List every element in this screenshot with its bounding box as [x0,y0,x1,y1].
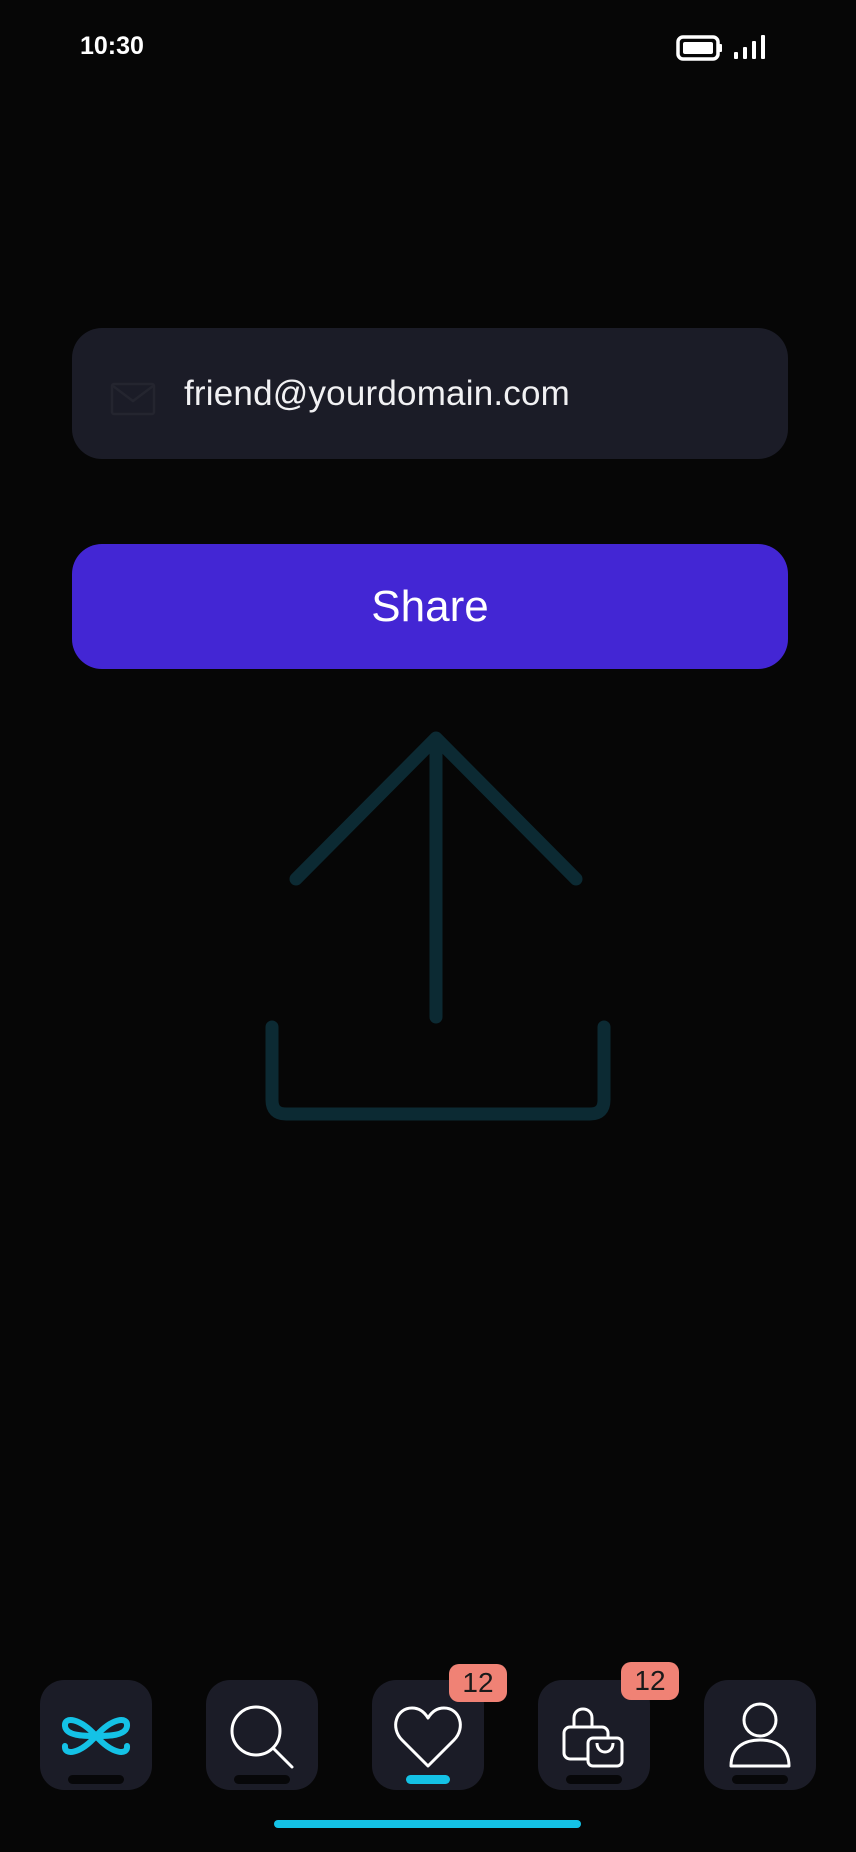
status-bar: 10:30 [0,0,856,96]
tab-profile[interactable] [704,1680,816,1790]
favorites-badge: 12 [449,1664,507,1702]
search-icon [230,1705,294,1769]
user-icon [729,1702,791,1768]
tab-indicator [732,1775,788,1784]
mail-icon [110,382,156,421]
bag-badge: 12 [621,1662,679,1700]
tab-indicator [234,1775,290,1784]
status-time: 10:30 [80,32,144,60]
share-button[interactable]: Share [72,544,788,669]
tab-home[interactable] [40,1680,152,1790]
signal-icon [732,33,768,66]
tab-indicator [68,1775,124,1784]
email-field[interactable]: friend@yourdomain.com [72,328,788,459]
tab-search[interactable] [206,1680,318,1790]
logo-icon [62,1717,130,1755]
home-indicator [274,1820,581,1828]
battery-icon [676,34,724,67]
email-value[interactable]: friend@yourdomain.com [184,328,570,459]
upload-icon [260,720,620,1145]
tab-indicator-active [406,1775,450,1784]
tab-indicator [566,1775,622,1784]
